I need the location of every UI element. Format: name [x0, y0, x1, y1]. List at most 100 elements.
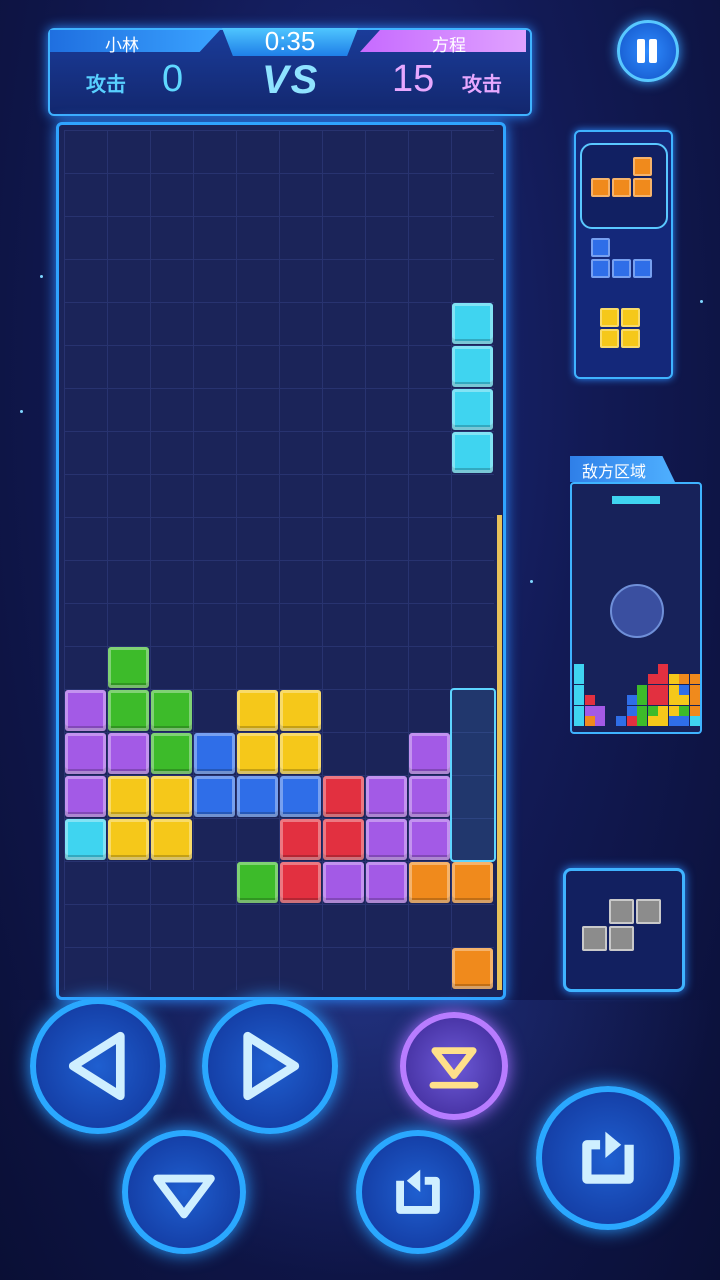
enemy-block — [574, 674, 584, 684]
enemy-board — [570, 482, 702, 734]
player2-attack-label: 攻击 — [462, 74, 502, 96]
pause-button[interactable] — [617, 20, 679, 82]
board-block — [452, 432, 493, 473]
board-block — [280, 862, 321, 903]
enemy-block — [679, 716, 689, 726]
board-block — [452, 389, 493, 430]
board-block — [323, 862, 364, 903]
enemy-block — [668, 716, 679, 726]
enemy-block — [647, 674, 658, 684]
hold-piece-block — [609, 899, 634, 924]
enemy-block — [616, 716, 626, 726]
enemy-block — [658, 674, 668, 684]
enemy-block — [647, 705, 658, 716]
board-block — [65, 776, 106, 817]
enemy-block — [574, 705, 584, 716]
enemy-block — [584, 716, 595, 726]
board-block — [108, 819, 149, 860]
next-piece-block — [621, 329, 640, 348]
board-block — [194, 776, 235, 817]
board-block — [323, 819, 364, 860]
board-block — [108, 690, 149, 731]
rotate-cw-button[interactable] — [536, 1086, 680, 1230]
enemy-block — [668, 695, 679, 705]
enemy-block — [584, 695, 595, 705]
board-block — [409, 776, 450, 817]
hard-drop-button[interactable] — [400, 1012, 508, 1120]
enemy-block — [658, 684, 668, 695]
match-timer: 0:35 — [264, 26, 316, 56]
board-block — [237, 776, 278, 817]
board-block — [151, 819, 192, 860]
board-block — [65, 733, 106, 774]
enemy-block — [637, 705, 647, 716]
enemy-block — [595, 716, 605, 726]
enemy-block — [574, 695, 584, 705]
board-block — [452, 948, 493, 989]
hold-piece-block — [609, 926, 634, 951]
enemy-block — [647, 695, 658, 705]
board-block — [237, 690, 278, 731]
board-block — [237, 862, 278, 903]
enemy-block — [637, 684, 647, 695]
board-block — [151, 776, 192, 817]
player1-name: 小林 — [105, 36, 139, 55]
star-sparkle — [40, 275, 43, 278]
enemy-block — [689, 674, 700, 684]
move-right-button[interactable] — [202, 998, 338, 1134]
board-block — [452, 862, 493, 903]
enemy-block — [574, 684, 584, 695]
enemy-block — [679, 684, 689, 695]
board-block — [108, 776, 149, 817]
enemy-block — [626, 695, 637, 705]
enemy-block — [689, 716, 700, 726]
enemy-block — [658, 695, 668, 705]
enemy-block — [689, 695, 700, 705]
board-block — [366, 862, 407, 903]
next-piece-block — [621, 308, 640, 327]
next-piece-block — [612, 259, 631, 278]
soft-drop-button[interactable] — [122, 1130, 246, 1254]
next-piece-block — [600, 329, 619, 348]
enemy-block — [658, 663, 668, 674]
star-sparkle — [700, 300, 703, 303]
enemy-block — [689, 705, 700, 716]
player2-name: 方程 — [432, 36, 466, 55]
enemy-avatar — [610, 584, 664, 638]
next-piece-block — [591, 259, 610, 278]
enemy-block — [668, 684, 679, 695]
board-block — [452, 346, 493, 387]
enemy-block — [689, 684, 700, 695]
arrow-down-icon — [153, 1174, 215, 1219]
board-block — [409, 819, 450, 860]
board-block — [452, 303, 493, 344]
enemy-block — [679, 695, 689, 705]
enemy-block — [679, 674, 689, 684]
enemy-block — [658, 716, 668, 726]
star-sparkle — [20, 410, 23, 413]
hold-piece-block — [582, 926, 607, 951]
enemy-block — [637, 716, 647, 726]
rotate-cw-icon — [582, 1131, 634, 1184]
player2-score: 15 — [392, 58, 435, 100]
hold-piece-block — [636, 899, 661, 924]
next-piece-block — [600, 308, 619, 327]
board-block — [323, 776, 364, 817]
enemy-block — [658, 705, 668, 716]
board-block — [65, 819, 106, 860]
board-block — [280, 733, 321, 774]
rotate-ccw-button[interactable] — [356, 1130, 480, 1254]
enemy-block — [574, 663, 584, 674]
enemy-block — [584, 705, 595, 716]
pause-icon — [649, 39, 657, 63]
board-block — [237, 733, 278, 774]
board-block — [151, 690, 192, 731]
arrow-left-icon — [68, 1031, 125, 1101]
board-block — [366, 776, 407, 817]
star-sparkle — [530, 580, 533, 583]
enemy-block — [679, 705, 689, 716]
enemy-falling-piece — [612, 496, 660, 504]
move-left-button[interactable] — [30, 998, 166, 1134]
next-piece-block — [591, 178, 610, 197]
next-piece-block — [633, 178, 652, 197]
